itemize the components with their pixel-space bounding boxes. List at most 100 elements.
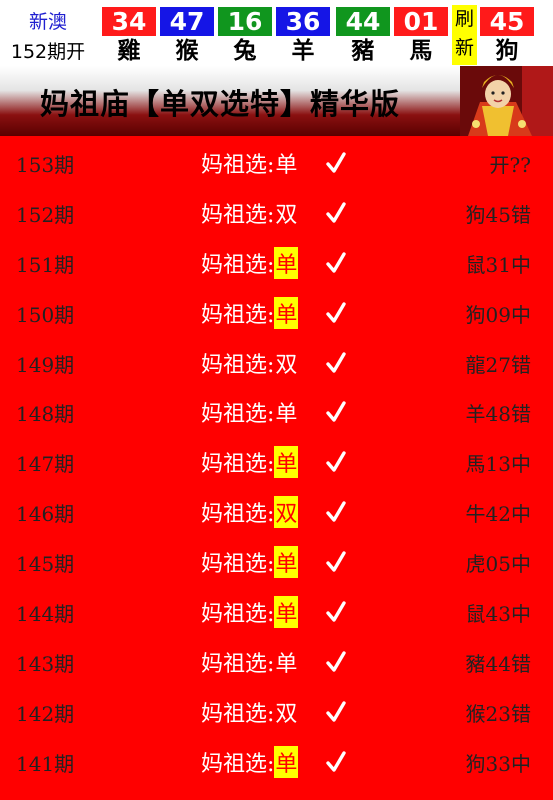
list-item: 148期 妈祖选:单 羊48错 (0, 385, 553, 435)
pick-value: 单 (274, 246, 299, 279)
pick-value: 双 (275, 701, 298, 727)
refresh-label-bottom: 新 (454, 37, 474, 59)
pick-value: 单 (274, 446, 299, 479)
row-result: 虎05中 (465, 552, 531, 577)
ball-5: 44 豬 (336, 7, 390, 65)
ball-3: 16 兔 (218, 7, 272, 65)
list-item: 150期 妈祖选:单 狗09中 (0, 286, 553, 336)
pick-value: 双 (274, 496, 299, 529)
ball-4: 36 羊 (276, 7, 330, 65)
row-period: 153期 (16, 153, 75, 177)
row-result: 鼠31中 (465, 252, 531, 277)
region-name[interactable]: 新澳 (0, 7, 96, 34)
check-icon (326, 701, 346, 722)
list-item: 152期 妈祖选:双 狗45错 (0, 186, 553, 236)
ball-zodiac: 羊 (291, 37, 315, 64)
list-item: 141期 妈祖选:单 狗33中 (0, 735, 553, 785)
ball-zodiac: 猴 (175, 37, 199, 64)
list-item: 146期 妈祖选:双 牛42中 (0, 485, 553, 535)
row-result: 鼠43中 (465, 602, 531, 627)
row-result: 狗09中 (465, 302, 531, 327)
row-pick: 妈祖选:双 (201, 197, 298, 229)
row-pick: 妈祖选:单 (201, 246, 299, 279)
pick-value: 单 (274, 745, 299, 778)
check-icon (326, 301, 346, 323)
ball-zodiac: 狗 (495, 37, 519, 64)
row-result: 龍27错 (465, 352, 531, 377)
row-pick: 妈祖选:单 (201, 745, 299, 778)
row-result: 狗33中 (465, 751, 531, 776)
refresh-button[interactable]: 刷 新 (452, 5, 477, 65)
row-pick: 妈祖选:单 (201, 147, 298, 179)
pick-value: 单 (274, 596, 299, 629)
pick-value: 单 (274, 296, 299, 329)
row-period: 142期 (16, 701, 75, 726)
row-period: 144期 (16, 602, 75, 627)
ball-1: 34 雞 (102, 7, 156, 65)
special-ball: 45 狗 (480, 7, 534, 65)
lottery-result-bar: 新澳 152期开 34 雞 47 猴 16 兔 36 羊 44 豬 01 馬 刷… (0, 0, 553, 66)
row-result: 开?? (489, 153, 531, 177)
check-icon (326, 501, 346, 522)
row-pick: 妈祖选:双 (201, 347, 298, 379)
pick-value: 双 (275, 352, 298, 378)
row-result: 牛42中 (465, 502, 531, 527)
pick-label: 妈祖选: (201, 402, 275, 428)
mazu-statue-image (460, 66, 553, 136)
check-icon (326, 252, 346, 273)
pick-value: 双 (275, 202, 298, 228)
pick-label: 妈祖选: (201, 202, 275, 228)
pick-label: 妈祖选: (201, 153, 275, 178)
row-period: 152期 (16, 202, 75, 227)
row-pick: 妈祖选:单 (201, 396, 298, 428)
pick-label: 妈祖选: (201, 252, 275, 278)
check-icon (326, 152, 346, 173)
pick-label: 妈祖选: (201, 701, 275, 727)
check-icon (326, 601, 346, 622)
row-period: 146期 (16, 502, 75, 527)
ball-number: 16 (218, 7, 272, 36)
row-period: 141期 (16, 751, 75, 776)
pick-label: 妈祖选: (201, 352, 275, 378)
row-period: 143期 (16, 651, 75, 676)
pick-value: 单 (275, 153, 298, 178)
ball-6: 01 馬 (394, 7, 448, 65)
ball-number: 34 (102, 7, 156, 36)
check-icon (326, 551, 346, 572)
check-icon (326, 651, 346, 672)
row-period: 151期 (16, 252, 75, 277)
pick-label: 妈祖选: (201, 302, 275, 328)
pick-label: 妈祖选: (201, 651, 275, 677)
list-item: 142期 妈祖选:双 猴23错 (0, 685, 553, 735)
list-item: 151期 妈祖选:单 鼠31中 (0, 236, 553, 286)
ball-number: 47 (160, 7, 214, 36)
pick-value: 单 (275, 651, 298, 677)
list-item: 147期 妈祖选:单 馬13中 (0, 435, 553, 485)
row-period: 147期 (16, 452, 75, 477)
list-item: 144期 妈祖选:单 鼠43中 (0, 585, 553, 635)
row-result: 馬13中 (465, 452, 531, 477)
list-item: 143期 妈祖选:单 豬44错 (0, 635, 553, 685)
list-item: 149期 妈祖选:双 龍27错 (0, 336, 553, 386)
row-result: 狗45错 (465, 202, 531, 227)
prediction-list: 153期 妈祖选:单 开?? 152期 妈祖选:双 狗45错 151期 妈祖选:… (0, 136, 553, 785)
row-pick: 妈祖选:单 (201, 646, 298, 678)
ball-2: 47 猴 (160, 7, 214, 65)
row-period: 150期 (16, 302, 75, 327)
list-item: 153期 妈祖选:单 开?? (0, 136, 553, 186)
draw-period: 152期开 (10, 41, 86, 63)
pick-value: 单 (274, 546, 299, 579)
row-pick: 妈祖选:双 (201, 696, 298, 728)
pick-label: 妈祖选: (201, 751, 275, 777)
banner-title: 妈祖庙【单双选特】精华版 (40, 87, 401, 121)
pick-value: 单 (275, 402, 298, 428)
pick-label: 妈祖选: (201, 552, 275, 578)
check-icon (326, 750, 346, 772)
row-pick: 妈祖选:单 (201, 546, 299, 579)
row-period: 145期 (16, 552, 75, 577)
ball-number: 01 (394, 7, 448, 36)
ball-zodiac: 兔 (233, 37, 257, 64)
ball-number: 44 (336, 7, 390, 36)
check-icon (326, 451, 346, 473)
row-period: 148期 (16, 402, 75, 427)
